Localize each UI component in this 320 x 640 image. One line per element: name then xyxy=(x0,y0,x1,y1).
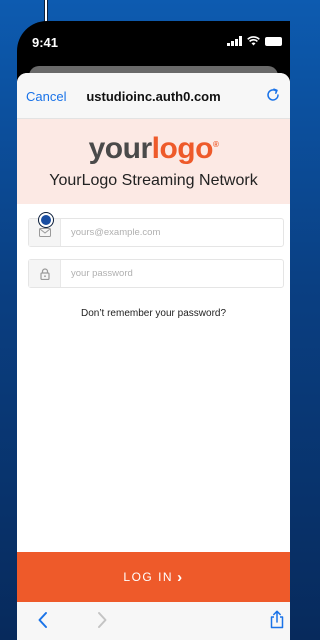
site-title: ustudioinc.auth0.com xyxy=(86,89,221,104)
reload-icon[interactable] xyxy=(264,86,282,104)
status-icons xyxy=(227,36,282,46)
wifi-icon xyxy=(247,36,260,46)
battery-icon xyxy=(265,36,282,46)
email-field[interactable] xyxy=(28,218,284,247)
browser-nav-bar: Cancel ustudioinc.auth0.com xyxy=(17,73,290,119)
signal-icon xyxy=(227,36,242,46)
browser-toolbar xyxy=(17,602,290,640)
back-arrow-icon[interactable] xyxy=(37,611,49,629)
status-time: 9:41 xyxy=(32,35,59,50)
forgot-password-link[interactable]: Don’t remember your password? xyxy=(17,308,290,319)
login-sheet: Cancel ustudioinc.auth0.com yourlogo® Yo… xyxy=(17,73,290,640)
email-input[interactable] xyxy=(61,219,283,246)
pointer-marker xyxy=(39,213,53,227)
share-icon[interactable] xyxy=(270,610,284,629)
phone-screen: 9:41 Cancel ustudioinc.auth0.com yourlog… xyxy=(17,21,290,640)
brand-header: yourlogo® YourLogo Streaming Network xyxy=(17,119,290,204)
logo-registered-mark: ® xyxy=(212,140,219,149)
logo-text-your: your xyxy=(88,132,153,165)
login-button-label: LOG IN xyxy=(123,570,174,584)
login-button[interactable]: LOG IN › xyxy=(17,552,290,602)
password-field[interactable] xyxy=(28,259,284,288)
network-name: YourLogo Streaming Network xyxy=(49,172,258,189)
status-bar: 9:41 xyxy=(17,21,290,61)
chevron-right-icon: › xyxy=(177,568,184,586)
logo-text-logo: logo xyxy=(151,132,214,165)
password-input[interactable] xyxy=(61,260,283,287)
lock-icon xyxy=(29,260,61,287)
forward-arrow-icon[interactable] xyxy=(96,611,108,629)
brand-logo: yourlogo® xyxy=(17,119,290,166)
